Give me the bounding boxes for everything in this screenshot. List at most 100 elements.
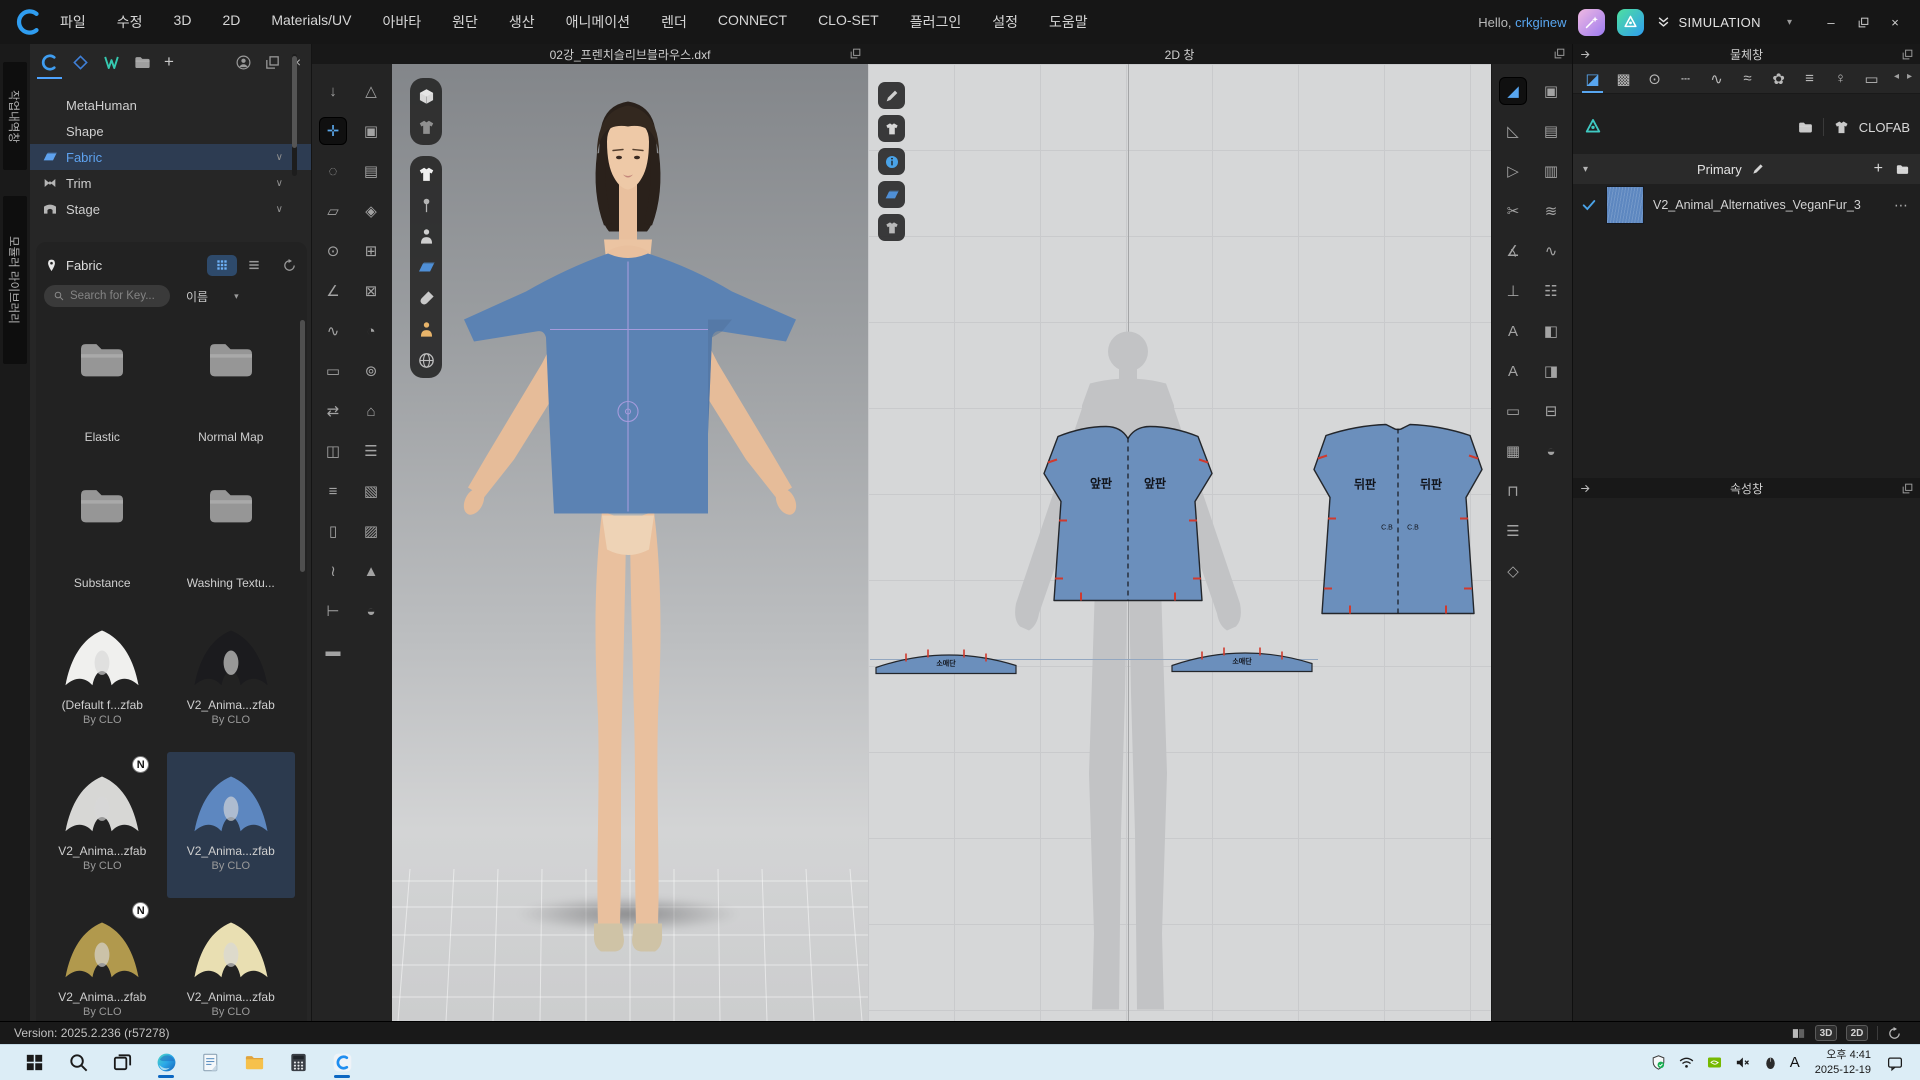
menu-settings[interactable]: 설정: [992, 12, 1018, 32]
library-folder-normal-map[interactable]: Normal Map: [167, 314, 296, 460]
restore-button[interactable]: [1848, 8, 1878, 36]
library-tab-w[interactable]: [102, 53, 121, 72]
tool-select-lasso[interactable]: ◌: [320, 158, 346, 184]
tree-item-fabric[interactable]: Fabric ∨: [30, 144, 311, 170]
grid-scrollbar[interactable]: [300, 320, 305, 572]
tool-perpendicular[interactable]: ⊥: [1500, 278, 1526, 304]
2d-viewport-canvas[interactable]: 앞판 앞판 뒤판 뒤판: [868, 64, 1491, 1021]
show-avatar-button[interactable]: [414, 225, 438, 247]
tool-transform-pattern[interactable]: ◢: [1500, 78, 1526, 104]
tab-topstitch[interactable]: ∿: [1701, 64, 1732, 93]
library-fabric-vegan-cream[interactable]: V2_Anima...zfab By CLO: [167, 898, 296, 1021]
library-folder-elastic[interactable]: Elastic: [38, 314, 167, 460]
tool-select-move[interactable]: ✛: [320, 118, 346, 144]
brush-display-button[interactable]: [414, 287, 438, 309]
tool-circle-half[interactable]: ◒: [1538, 438, 1564, 464]
tool-cut[interactable]: ✂: [1500, 198, 1526, 224]
tab-puckering[interactable]: ≈: [1732, 64, 1763, 93]
tool-hatch-b[interactable]: ▨: [358, 518, 384, 544]
tool-ruler[interactable]: ⊢: [320, 598, 346, 624]
tool-arrangement[interactable]: ◈: [358, 198, 384, 224]
tool-rotate-view[interactable]: ◔: [358, 318, 384, 344]
tool-layer[interactable]: ≡: [320, 478, 346, 504]
clo-set-button[interactable]: [1617, 9, 1644, 36]
list-view-button[interactable]: [239, 255, 269, 276]
tool-seam-allowance[interactable]: ☷: [1538, 278, 1564, 304]
nvidia-icon[interactable]: [1706, 1054, 1723, 1071]
popout-window-icon[interactable]: [1901, 48, 1914, 61]
minimize-button[interactable]: –: [1816, 8, 1846, 36]
tool-table[interactable]: ⊠: [358, 278, 384, 304]
tool-bridge[interactable]: ⊓: [1500, 478, 1526, 504]
collapse-arrow-icon[interactable]: [1579, 48, 1592, 61]
popout-window-icon[interactable]: [849, 47, 862, 60]
menu-plugin[interactable]: 플러그인: [910, 12, 962, 32]
tab-fabric[interactable]: ◪: [1577, 64, 1608, 93]
tab-button[interactable]: ⊙: [1639, 64, 1670, 93]
new-folder-icon[interactable]: [1895, 162, 1910, 177]
show-3d-button[interactable]: 3D: [1815, 1025, 1837, 1041]
library-fabric-default[interactable]: (Default f...zfab By CLO: [38, 606, 167, 752]
tabs-scroll-right-icon[interactable]: ▸: [1907, 71, 1912, 82]
split-view-icon[interactable]: [1791, 1026, 1806, 1041]
wifi-icon[interactable]: [1678, 1054, 1695, 1071]
taskbar-explorer-button[interactable]: [234, 1046, 274, 1079]
mouse-device-icon[interactable]: [1762, 1054, 1779, 1071]
username-link[interactable]: crkginew: [1515, 15, 1566, 30]
pattern-piece-back[interactable]: 뒤판 뒤판 C.B C.B: [1314, 425, 1482, 614]
tree-item-shape[interactable]: Shape: [30, 118, 311, 144]
tabs-scroll-left-icon[interactable]: ◂: [1894, 71, 1899, 82]
tool-home[interactable]: ⌂: [358, 398, 384, 424]
menu-2d[interactable]: 2D: [222, 12, 240, 32]
taskbar-notepad-button[interactable]: [190, 1046, 230, 1079]
taskbar-clo-button[interactable]: [322, 1046, 362, 1079]
tool-sew-steam[interactable]: ≋: [1538, 198, 1564, 224]
menu-materials-uv[interactable]: Materials/UV: [271, 12, 351, 32]
taskbar-clock[interactable]: 오후 4:41 2025-12-19: [1815, 1048, 1871, 1077]
tool-grain[interactable]: ◫: [320, 438, 346, 464]
library-fabric-vegan-blue[interactable]: V2_Anima...zfab By CLO: [167, 752, 296, 898]
pattern-info-button[interactable]: [878, 148, 905, 175]
garment-3d[interactable]: [464, 246, 796, 514]
fabric-list-item[interactable]: V2_Animal_Alternatives_VeganFur_3 ⋯: [1573, 184, 1920, 226]
volume-muted-icon[interactable]: [1734, 1054, 1751, 1071]
tool-angle[interactable]: ∡: [1500, 238, 1526, 264]
more-options-button[interactable]: ⋯: [1894, 197, 1912, 214]
security-shield-icon[interactable]: [1650, 1054, 1667, 1071]
tree-item-metahuman[interactable]: MetaHuman: [30, 92, 311, 118]
tree-item-trim[interactable]: Trim ∨: [30, 170, 311, 196]
tool-target[interactable]: ⊚: [358, 358, 384, 384]
library-tab-connect[interactable]: [71, 53, 90, 72]
collapse-arrow-icon[interactable]: [1579, 482, 1592, 495]
tool-select-box[interactable]: ▱: [320, 198, 346, 224]
edit-pencil-icon[interactable]: [1751, 162, 1765, 176]
wind-environment-button[interactable]: [414, 349, 438, 371]
taskbar-calculator-button[interactable]: [278, 1046, 318, 1079]
tool-diamond[interactable]: ◇: [1500, 558, 1526, 584]
tool-pin[interactable]: ⊙: [320, 238, 346, 264]
tool-stack[interactable]: ☰: [358, 438, 384, 464]
tool-add-point[interactable]: ▷: [1500, 158, 1526, 184]
library-fabric-vegan-grey[interactable]: N V2_Anima...zfab By CLO: [38, 752, 167, 898]
tool-edit-pattern[interactable]: ◺: [1500, 118, 1526, 144]
tool-curve[interactable]: ≀: [320, 558, 346, 584]
tool-grid[interactable]: ▦: [1500, 438, 1526, 464]
menu-fabric[interactable]: 원단: [452, 12, 478, 32]
tab-buttonhole[interactable]: ┄: [1670, 64, 1701, 93]
account-button[interactable]: [235, 54, 252, 71]
menu-help[interactable]: 도움말: [1049, 12, 1088, 32]
tool-prism[interactable]: ▲: [358, 558, 384, 584]
refresh-button[interactable]: [282, 258, 297, 273]
tool-dart-left[interactable]: ◧: [1538, 318, 1564, 344]
menu-3d[interactable]: 3D: [174, 12, 192, 32]
menu-connect[interactable]: CONNECT: [718, 12, 787, 32]
tool-tape[interactable]: ▬: [320, 638, 346, 664]
tool-garment-fit[interactable]: ▣: [358, 118, 384, 144]
menu-edit[interactable]: 수정: [117, 12, 143, 32]
chevron-down-icon[interactable]: ∨: [276, 152, 283, 163]
clofab-label[interactable]: CLOFAB: [1859, 120, 1910, 135]
ime-language-indicator[interactable]: A: [1790, 1054, 1800, 1071]
pattern-piece-cuff-left[interactable]: 소매단: [876, 650, 1016, 674]
show-garment-2d-button[interactable]: [878, 115, 905, 142]
chevron-down-icon[interactable]: ∨: [276, 178, 283, 189]
